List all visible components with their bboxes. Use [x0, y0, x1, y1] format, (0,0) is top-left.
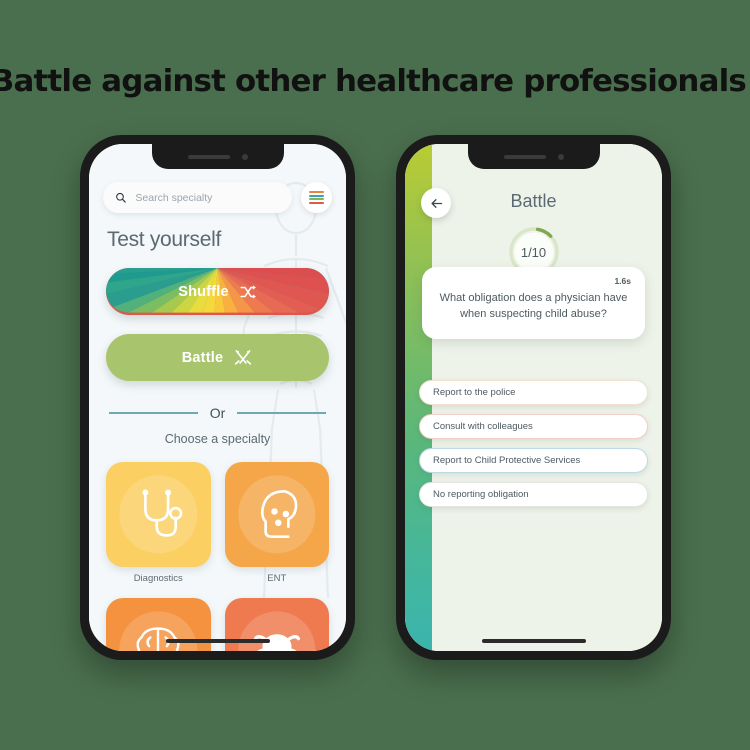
home-indicator — [165, 639, 270, 643]
question-text: What obligation does a physician have wh… — [439, 292, 628, 320]
page-headline: Battle against other healthcare professi… — [0, 64, 750, 99]
home-indicator — [481, 639, 586, 643]
notch-camera — [241, 153, 248, 160]
specialty-grid: Diagnostics ENT — [106, 462, 329, 651]
divider-line-left — [109, 412, 198, 414]
phone-mockup-home: Test yourself — [80, 135, 355, 660]
phone-notch — [467, 144, 600, 169]
answer-option[interactable]: Consult with colleagues — [419, 414, 648, 439]
crossed-swords-icon — [235, 349, 252, 365]
search-row — [103, 182, 332, 213]
crab-icon — [253, 633, 300, 651]
question-card: 1.6s What obligation does a physician ha… — [422, 267, 645, 339]
search-input[interactable] — [135, 191, 280, 204]
search-input-container[interactable] — [103, 182, 292, 213]
page-title: Test yourself — [107, 228, 221, 251]
answer-label: No reporting obligation — [433, 489, 529, 500]
back-button[interactable] — [421, 188, 451, 218]
home-screen: Test yourself — [89, 144, 346, 651]
specialty-item-diagnostics[interactable]: Diagnostics — [106, 462, 211, 584]
head-profile-icon — [260, 490, 298, 539]
shuffle-button[interactable]: Shuffle — [106, 268, 329, 315]
choose-specialty-label: Choose a specialty — [164, 432, 271, 446]
answer-label: Report to Child Protective Services — [433, 455, 581, 466]
specialty-tile[interactable] — [106, 462, 211, 567]
brain-icon — [136, 627, 180, 651]
stethoscope-icon — [142, 489, 183, 538]
phone-notch — [151, 144, 284, 169]
answer-option[interactable]: Report to Child Protective Services — [419, 448, 648, 473]
notch-speaker — [503, 154, 546, 159]
answer-label: Consult with colleagues — [433, 421, 533, 432]
search-icon — [116, 192, 126, 203]
specialty-label: ENT — [267, 572, 287, 584]
battle-button-label: Battle — [181, 349, 224, 366]
question-timer: 1.6s — [614, 276, 631, 286]
shuffle-button-label: Shuffle — [178, 283, 229, 300]
battle-button[interactable]: Battle — [106, 334, 329, 381]
notch-camera — [557, 153, 564, 160]
answer-option[interactable]: Report to the police — [419, 380, 648, 405]
specialty-item-ent[interactable]: ENT — [224, 462, 329, 584]
answer-option[interactable]: No reporting obligation — [419, 482, 648, 507]
back-arrow-icon — [430, 198, 442, 208]
notch-speaker — [187, 154, 230, 159]
phone-mockup-battle: Battle 1/10 1.6s What obligation does a … — [396, 135, 671, 660]
specialty-label: Diagnostics — [133, 572, 183, 584]
answer-list: Report to the police Consult with collea… — [419, 380, 648, 507]
divider-line-right — [237, 412, 326, 414]
shuffle-icon — [240, 284, 256, 299]
divider-label: Or — [209, 405, 226, 421]
answer-label: Report to the police — [433, 387, 516, 398]
hamburger-menu-icon[interactable] — [301, 182, 332, 213]
battle-screen: Battle 1/10 1.6s What obligation does a … — [405, 144, 662, 651]
specialty-tile[interactable] — [224, 462, 329, 567]
or-divider: Or — [109, 405, 326, 421]
